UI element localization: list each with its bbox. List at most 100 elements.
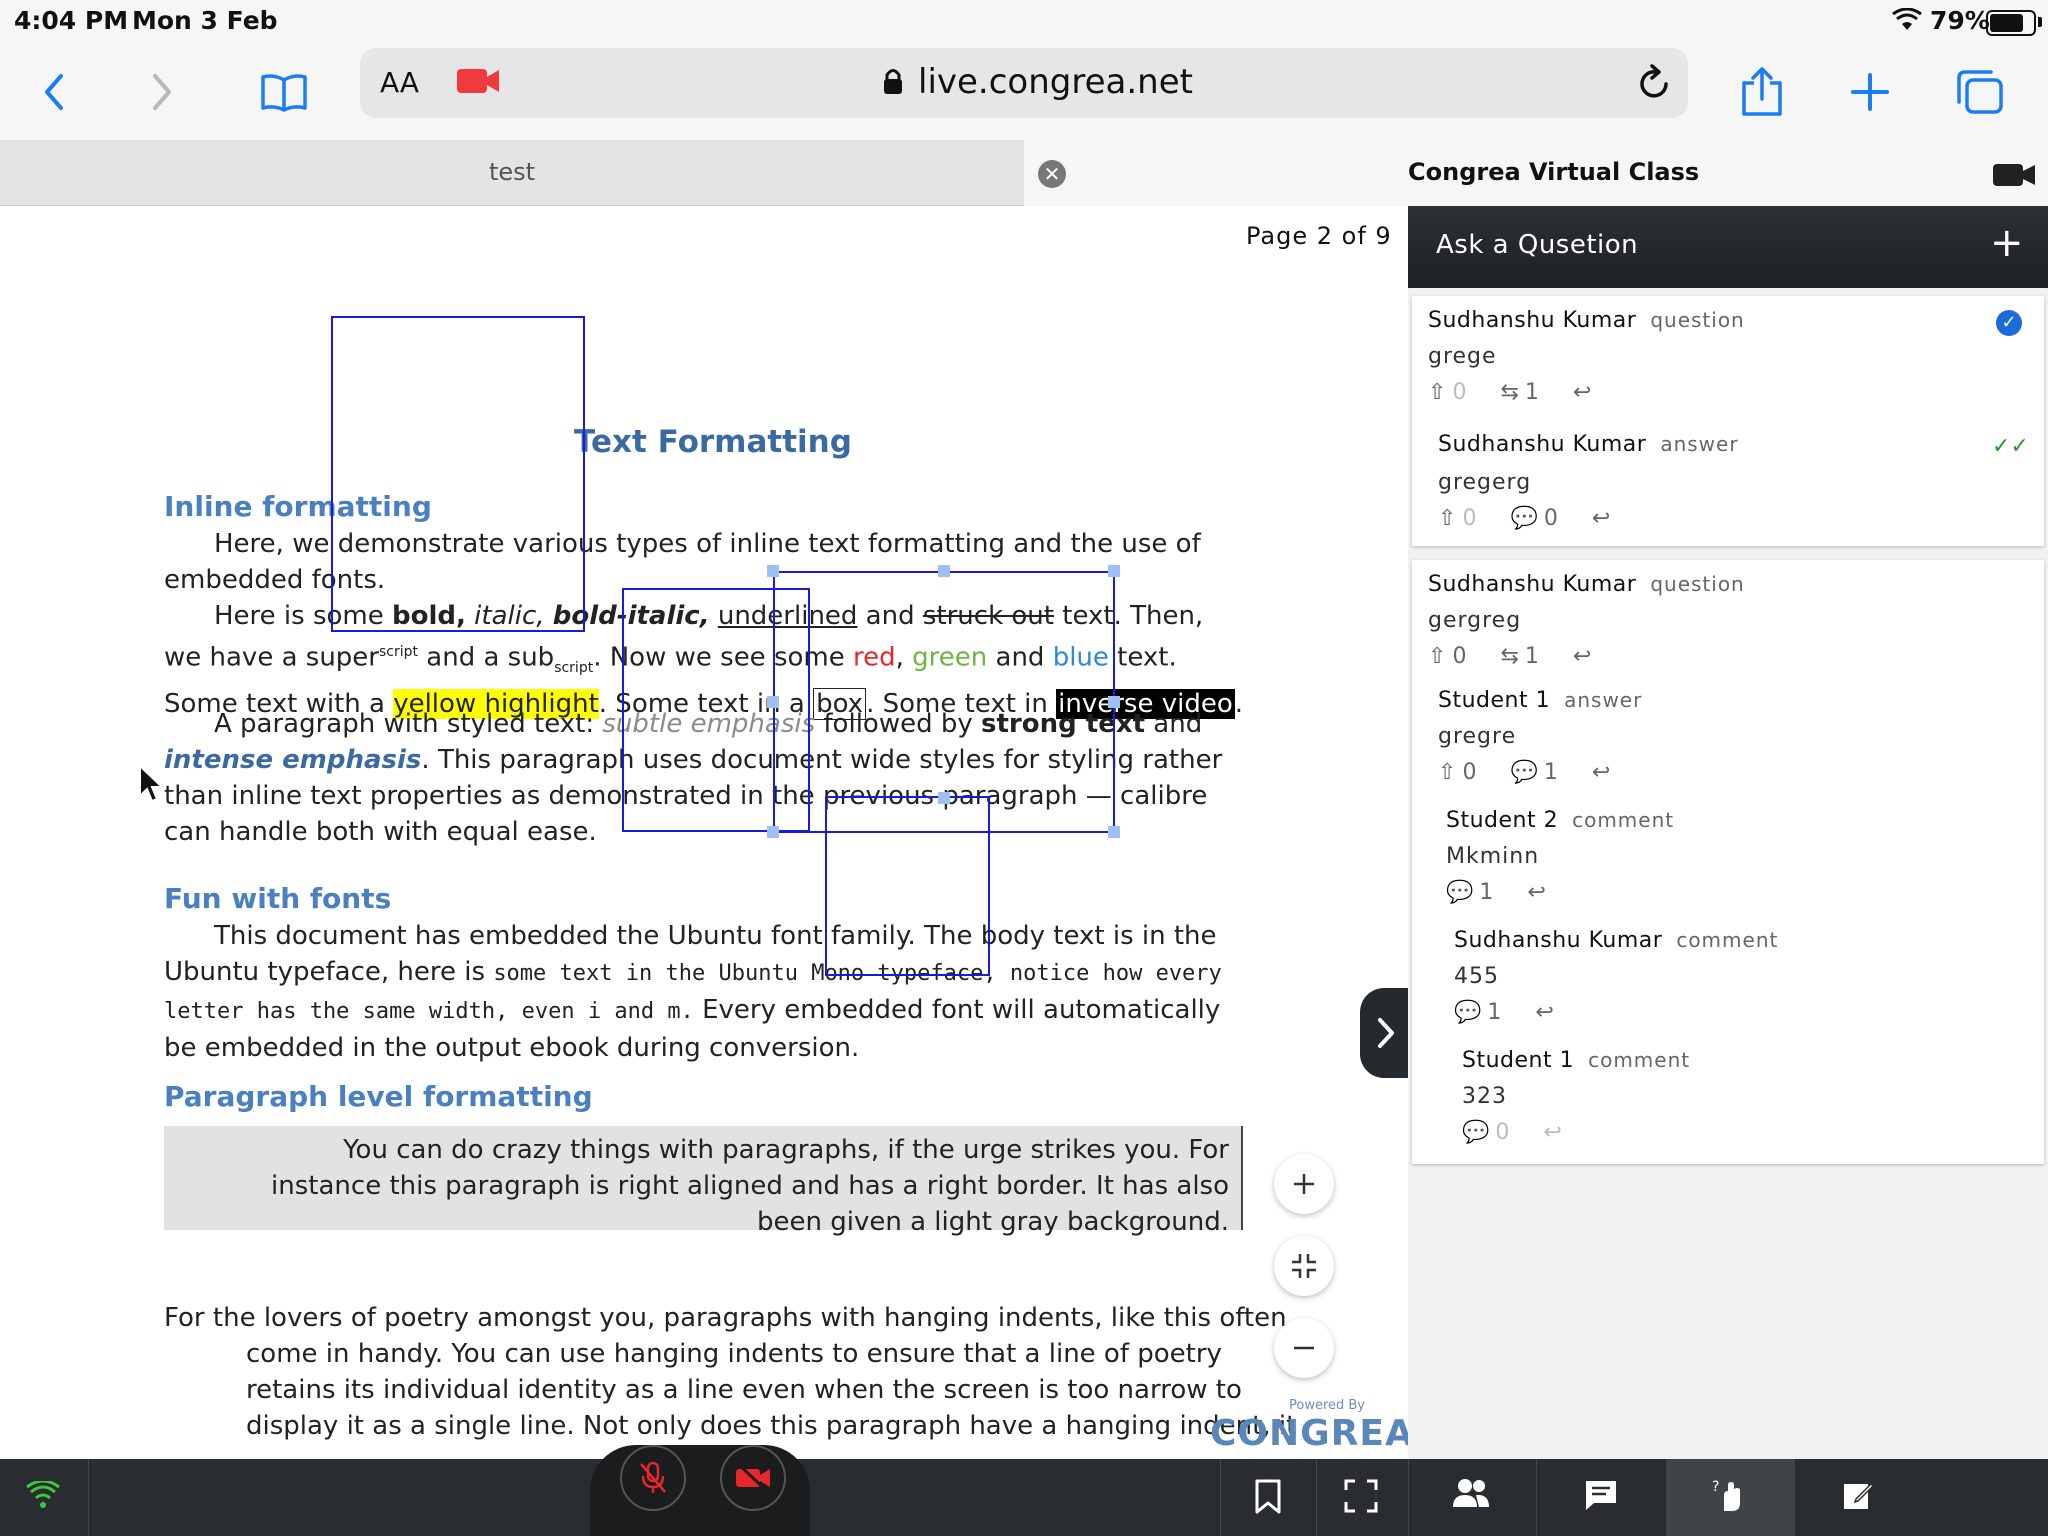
comment-icon[interactable]: 💬 [1510, 760, 1537, 785]
resolved-check-icon[interactable]: ✓ [1996, 310, 2022, 336]
qa-panel: Ask a Qusetion + Sudhanshu Kumar question… [1408, 206, 2048, 1459]
bottom-toolbar: ? [0, 1445, 2048, 1536]
url-text[interactable]: live.congrea.net [918, 62, 1193, 102]
question-text: grege [1428, 344, 1497, 369]
annotation-rectangle[interactable] [331, 316, 585, 632]
status-date: Mon 3 Feb [132, 6, 278, 35]
plus-icon[interactable] [1840, 62, 1900, 122]
fullscreen-icon[interactable] [1344, 1479, 1378, 1517]
tab-bar: test ✕ Congrea Virtual Class [0, 140, 2048, 206]
raise-hand-button[interactable]: ? [1666, 1459, 1794, 1536]
reload-icon[interactable] [1636, 64, 1672, 106]
resize-handle[interactable] [767, 696, 779, 708]
author-name: Student 2 [1446, 808, 1559, 833]
resize-handle[interactable] [1108, 696, 1120, 708]
section-heading: Paragraph level formatting [164, 1080, 593, 1113]
upvote-icon[interactable]: ⇧ [1438, 760, 1456, 785]
annotation-rectangle[interactable] [825, 796, 990, 976]
double-check-icon: ✓✓ [1992, 434, 2029, 459]
post-type: comment [1588, 1048, 1691, 1072]
qa-panel-header: Ask a Qusetion + [1408, 206, 2048, 288]
repost-icon[interactable]: ⇆ [1500, 644, 1518, 669]
upvote-icon[interactable]: ⇧ [1438, 506, 1456, 531]
upvote-icon[interactable]: ⇧ [1428, 644, 1446, 669]
close-icon[interactable]: ✕ [1038, 160, 1066, 188]
mic-off-icon[interactable] [620, 1445, 686, 1511]
add-question-button[interactable]: + [1990, 220, 2024, 266]
reply-icon[interactable]: ↩ [1592, 506, 1610, 531]
comment-icon[interactable]: 💬 [1454, 1000, 1481, 1025]
text-size-button[interactable]: AA [380, 66, 419, 99]
reply-icon[interactable]: ↩ [1535, 1000, 1553, 1025]
wifi-icon [1892, 7, 1922, 36]
address-bar[interactable]: AA live.congrea.net [360, 48, 1688, 118]
reply-icon[interactable]: ↩ [1527, 880, 1545, 905]
question-card[interactable]: Sudhanshu Kumar question gergreg ⇧ 0 ⇆ 1 ↩ … [1412, 560, 2044, 1164]
author-name: Sudhanshu Kumar [1428, 572, 1637, 597]
resize-handle[interactable] [767, 826, 779, 838]
tabs-icon[interactable] [1950, 62, 2010, 122]
upvote-icon[interactable]: ⇧ [1428, 380, 1446, 405]
tab-test[interactable]: test [0, 140, 1024, 206]
notes-icon[interactable] [1842, 1479, 1875, 1515]
right-aligned-paragraph: You can do crazy things with paragraphs,… [164, 1126, 1243, 1237]
post-type: question [1650, 572, 1745, 596]
document-title: Text Formatting [574, 424, 852, 460]
comment-icon[interactable]: 💬 [1446, 880, 1473, 905]
section-heading: Fun with fonts [164, 882, 392, 915]
video-camera-icon [1992, 162, 2036, 192]
question-text: gergreg [1428, 608, 1522, 633]
reply-icon[interactable]: ↩ [1573, 644, 1591, 669]
question-card[interactable]: Sudhanshu Kumar question ✓ grege ⇧ 0 ⇆ 1 ↩ … [1412, 296, 2044, 546]
congrea-branding: Powered By CONGREA [1210, 1398, 1408, 1454]
video-off-icon[interactable] [720, 1445, 786, 1511]
author-name: Sudhanshu Kumar [1438, 432, 1647, 457]
author-name: Sudhanshu Kumar [1428, 308, 1637, 333]
reply-icon[interactable]: ↩ [1592, 760, 1610, 785]
paragraph: This document has embedded the Ubuntu fo… [164, 921, 1222, 1063]
browser-toolbar: AA live.congrea.net [0, 44, 2048, 140]
qa-panel-title: Ask a Qusetion [1436, 230, 1639, 260]
comment-icon[interactable]: 💬 [1462, 1120, 1489, 1145]
author-name: Sudhanshu Kumar [1454, 928, 1663, 953]
answer-text: gregre [1438, 724, 1517, 749]
author-name: Student 1 [1438, 688, 1551, 713]
post-type: comment [1572, 808, 1675, 832]
raise-hand-icon: ? [1712, 1477, 1748, 1517]
author-name: Student 1 [1462, 1048, 1575, 1073]
mouse-cursor-icon [138, 763, 165, 808]
collapse-panel-button[interactable] [1360, 988, 1408, 1078]
battery-percent: 79% [1930, 6, 1990, 35]
tab-label: Congrea Virtual Class [1408, 158, 1700, 186]
forward-icon[interactable] [132, 62, 192, 122]
comment-icon[interactable]: 💬 [1510, 506, 1537, 531]
resize-handle[interactable] [938, 565, 950, 577]
bookmark-icon[interactable] [1254, 1479, 1282, 1519]
wifi-icon [26, 1479, 60, 1513]
resize-handle[interactable] [1108, 565, 1120, 577]
document-viewer[interactable]: Page 2 of 9 Text Formatting Inline forma… [0, 206, 1408, 1459]
paragraph: For the lovers of poetry amongst you, pa… [164, 1303, 1297, 1441]
post-type: answer [1564, 688, 1643, 712]
repost-icon[interactable]: ⇆ [1500, 380, 1518, 405]
reply-icon[interactable]: ↩ [1573, 380, 1591, 405]
users-icon[interactable] [1452, 1477, 1490, 1513]
resize-handle[interactable] [938, 792, 950, 804]
back-icon[interactable] [24, 62, 84, 122]
zoom-out-button[interactable] [1274, 1318, 1334, 1378]
lock-icon [882, 66, 904, 100]
camera-icon[interactable] [456, 66, 500, 100]
reply-icon[interactable]: ↩ [1543, 1120, 1561, 1145]
share-icon[interactable] [1732, 62, 1792, 122]
status-bar: 4:04 PM Mon 3 Feb 79% [0, 0, 2048, 44]
chat-icon[interactable] [1584, 1479, 1618, 1515]
zoom-in-button[interactable] [1274, 1154, 1334, 1214]
resize-handle[interactable] [767, 565, 779, 577]
resize-handle[interactable] [1108, 826, 1120, 838]
bookmarks-icon[interactable] [254, 62, 314, 122]
fit-page-button[interactable] [1274, 1236, 1334, 1296]
battery-icon [1986, 10, 2036, 36]
page-indicator: Page 2 of 9 [1246, 222, 1392, 250]
post-type: comment [1676, 928, 1779, 952]
status-time: 4:04 PM [14, 6, 129, 35]
